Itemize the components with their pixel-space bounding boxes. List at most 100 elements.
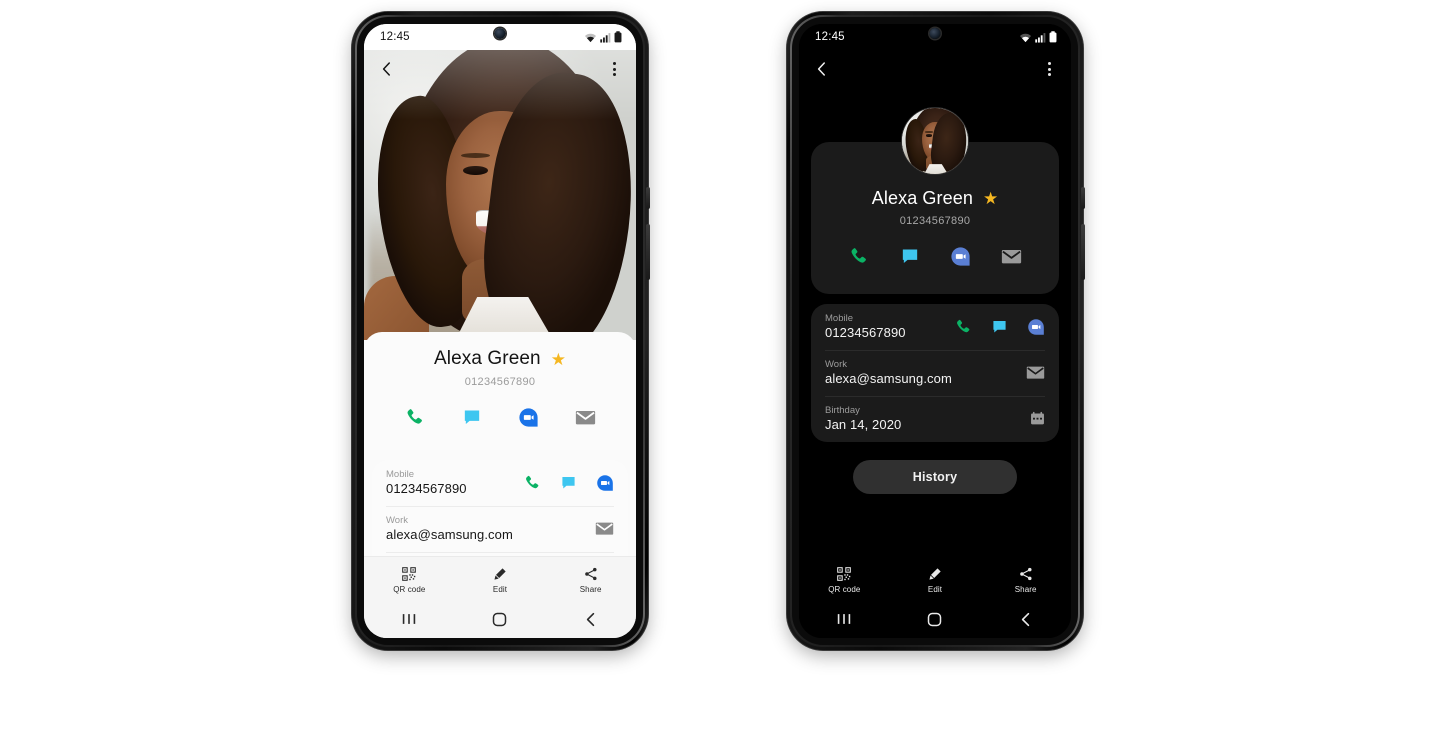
android-nav-bar [799,600,1071,638]
message-icon[interactable] [991,318,1008,335]
home-button[interactable] [905,612,965,627]
battery-icon [1049,31,1057,43]
message-icon[interactable] [455,402,489,432]
power-button[interactable] [1081,224,1085,280]
contact-name-row: Alexa Green ★ [364,332,636,370]
message-icon[interactable] [893,241,927,271]
duo-video-icon[interactable] [944,241,978,271]
app-top-bar [799,50,1071,88]
share-button[interactable]: Share [991,563,1061,594]
detail-label: Work [825,359,847,370]
phone-icon[interactable] [954,318,972,336]
avatar-photo-inner [902,108,968,174]
message-icon[interactable] [560,474,577,491]
more-options-icon[interactable] [607,58,622,80]
star-icon[interactable]: ★ [551,351,566,368]
more-options-icon[interactable] [1042,58,1057,80]
detail-row-work-email[interactable]: Work alexa@samsung.com [372,506,628,552]
toolbar-label: Edit [492,585,508,594]
share-icon [584,567,597,581]
history-button-wrap: History [799,460,1071,494]
status-bar: 12:45 [799,24,1071,50]
detail-row-mobile[interactable]: Mobile 01234567890 [372,460,628,506]
detail-label: Work [386,515,408,526]
detail-text-birthday: Birthday Jan 14, 2020 [825,405,901,432]
status-time: 12:45 [380,31,410,43]
front-camera-icon [929,28,941,39]
contact-number: 01234567890 [464,376,536,388]
star-icon[interactable]: ★ [983,190,998,207]
phone-dark-mode: 12:45 Alexa Green ★ 01234567890 Mobile 0… [787,12,1085,650]
phone-icon[interactable] [523,474,541,492]
android-nav-bar [364,600,636,638]
calendar-icon[interactable] [1030,411,1045,426]
battery-icon [614,31,622,43]
back-nav-button[interactable] [561,612,621,627]
contact-number: 01234567890 [899,215,971,227]
back-icon[interactable] [813,60,831,78]
detail-label: Mobile [386,469,414,480]
edit-button[interactable]: Edit [465,563,535,594]
detail-value: 01234567890 [825,325,906,340]
duo-video-icon[interactable] [596,474,614,492]
phone-icon[interactable] [398,402,432,432]
wifi-icon [1019,33,1032,42]
duo-video-icon[interactable] [512,402,546,432]
mail-icon[interactable] [569,402,603,432]
toolbar-label: QR code [393,585,426,594]
home-icon [493,612,507,626]
mail-icon[interactable] [995,241,1029,271]
signal-icon [600,32,611,43]
share-icon [1019,567,1032,580]
detail-value: Jan 14, 2020 [825,417,902,432]
phone-light-mode: 12:45 Alexa Green ★ 01234567890 Mobile 0… [352,12,650,650]
detail-row-mobile[interactable]: Mobile 01234567890 [811,304,1059,350]
bottom-toolbar: QR code Edit Share [364,556,636,600]
detail-row-birthday[interactable]: Birthday Jan 14, 2020 [811,396,1059,442]
recents-button[interactable] [379,612,439,626]
contact-name: Alexa Green [871,188,973,208]
detail-text-mobile: Mobile 01234567890 [386,469,467,496]
phone-icon[interactable] [842,241,876,271]
qr-code-button[interactable]: QR code [809,563,879,594]
detail-value: alexa@samsung.com [825,371,952,386]
avatar[interactable] [902,108,968,174]
status-time: 12:45 [815,31,845,43]
share-button[interactable]: Share [556,563,626,594]
home-button[interactable] [470,612,530,627]
screenshot-canvas: 12:45 Alexa Green ★ 01234567890 Mobile 0… [0,0,1440,733]
back-nav-icon [586,612,594,626]
power-button[interactable] [646,224,650,280]
contact-hero-photo[interactable] [364,50,636,340]
detail-row-work-email[interactable]: Work alexa@samsung.com [811,350,1059,396]
mail-icon[interactable] [1026,365,1045,380]
photo-eye-left [926,134,933,137]
mail-icon[interactable] [595,521,614,536]
volume-button[interactable] [646,187,650,209]
detail-actions [1026,365,1045,380]
edit-button[interactable]: Edit [900,563,970,594]
quick-actions [364,402,636,432]
recents-icon [403,614,416,624]
recents-button[interactable] [814,612,874,626]
wifi-icon [584,33,597,42]
duo-video-icon[interactable] [1027,318,1045,336]
status-bar: 12:45 [364,24,636,50]
front-camera-icon [494,28,506,39]
toolbar-label: QR code [828,584,861,594]
recents-icon [838,614,851,624]
qr-code-button[interactable]: QR code [374,563,444,594]
volume-button[interactable] [1081,187,1085,209]
phone-screen-light: 12:45 Alexa Green ★ 01234567890 Mobile 0… [364,24,636,638]
history-button[interactable]: History [853,460,1017,494]
back-icon[interactable] [378,60,396,78]
status-icons [584,31,622,43]
avatar-image [902,108,968,174]
bottom-toolbar: QR code Edit Share [799,556,1071,600]
contact-name-card: Alexa Green ★ 01234567890 [364,332,636,450]
detail-label: Mobile [825,313,853,324]
app-top-bar [364,50,636,88]
back-nav-button[interactable] [996,612,1056,627]
detail-actions [954,318,1045,336]
qr-code-icon [837,566,852,581]
